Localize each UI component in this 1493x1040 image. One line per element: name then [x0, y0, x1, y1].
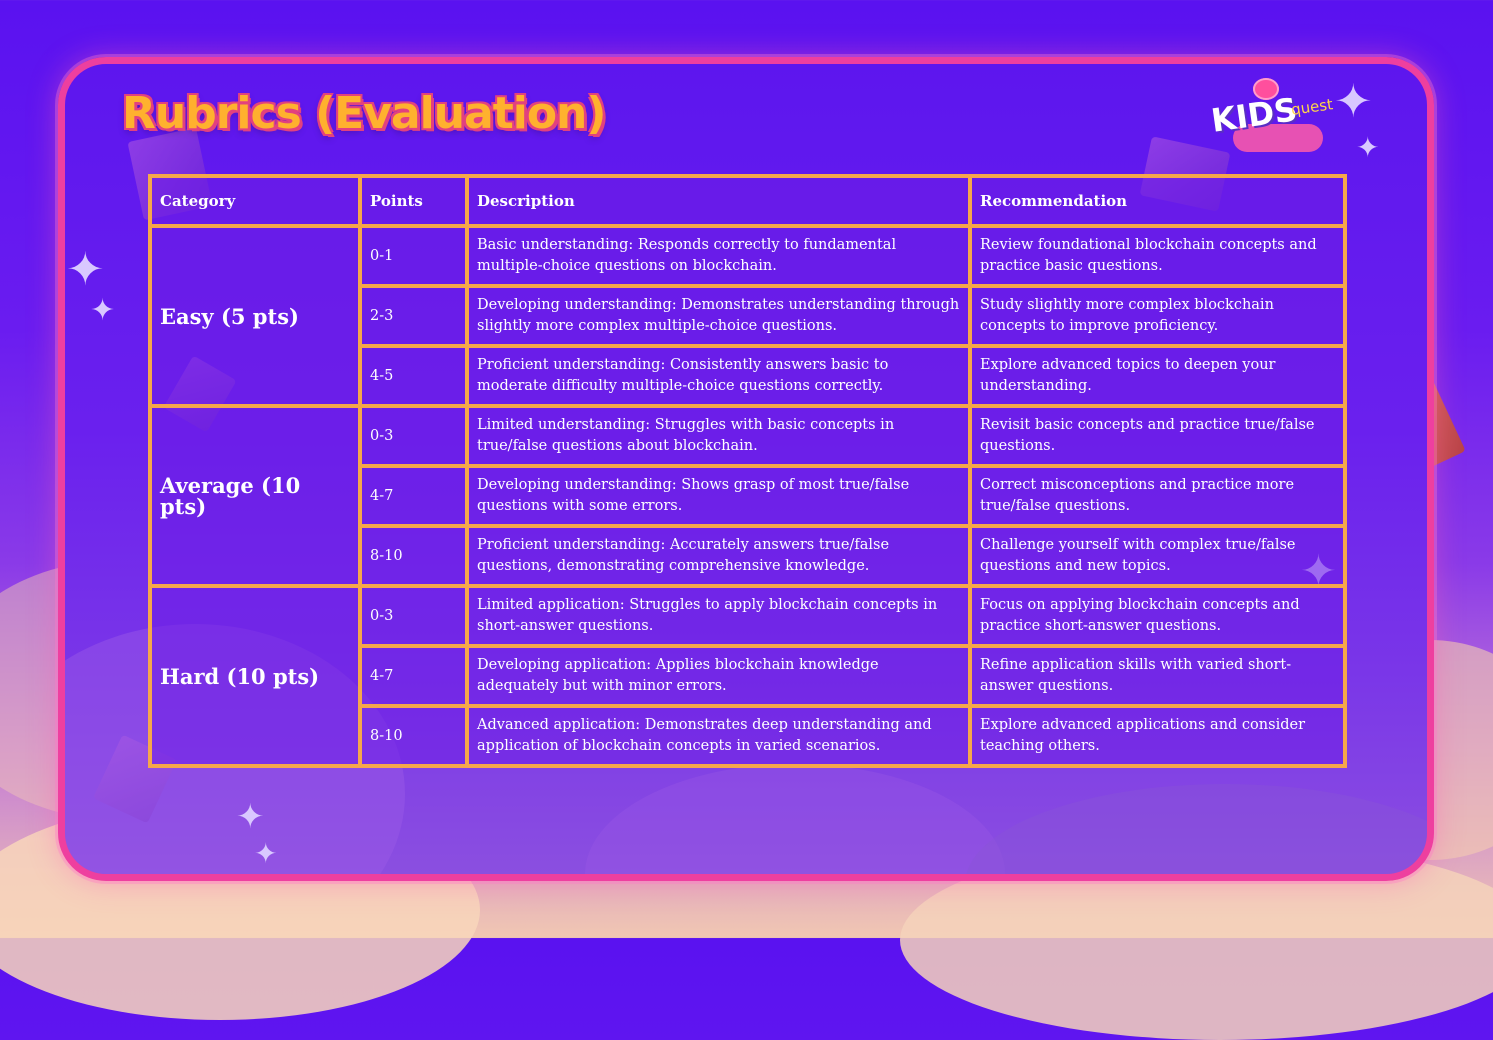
sparkle-icon: ✦ — [90, 293, 116, 328]
header-points: Points — [358, 174, 469, 228]
recommendation-cell: Review foundational blockchain concepts … — [968, 224, 1347, 288]
header-description: Description — [465, 174, 972, 228]
points-cell: 4-5 — [358, 344, 469, 408]
page-title: Rubrics (Evaluation) — [122, 88, 606, 139]
description-cell: Limited understanding: Struggles with ba… — [465, 404, 972, 468]
logo-subtext: quest — [1289, 95, 1335, 119]
sparkle-icon: ✦ — [66, 242, 105, 296]
header-recommendation: Recommendation — [968, 174, 1347, 228]
sparkle-icon: ✦ — [1356, 131, 1380, 164]
recommendation-cell: Explore advanced topics to deepen your u… — [968, 344, 1347, 408]
sparkle-icon: ✦ — [254, 837, 278, 870]
description-cell: Developing understanding: Shows grasp of… — [465, 464, 972, 528]
category-cell: Hard (10 pts) — [148, 584, 362, 768]
points-cell: 2-3 — [358, 284, 469, 348]
points-cell: 4-7 — [358, 644, 469, 708]
recommendation-cell: Correct misconceptions and practice more… — [968, 464, 1347, 528]
background-cloud — [965, 784, 1427, 874]
table-row: Hard (10 pts) 0-3 Limited application: S… — [148, 584, 1347, 768]
points-cell: 8-10 — [358, 704, 469, 768]
description-cell: Advanced application: Demonstrates deep … — [465, 704, 972, 768]
points-cell: 0-3 — [358, 584, 469, 648]
recommendation-cell: Revisit basic concepts and practice true… — [968, 404, 1347, 468]
description-cell: Basic understanding: Responds correctly … — [465, 224, 972, 288]
points-cell: 8-10 — [358, 524, 469, 588]
description-cell: Proficient understanding: Accurately ans… — [465, 524, 972, 588]
sparkle-icon: ✦ — [236, 797, 265, 837]
table-row: Average (10 pts) 0-3 Limited understandi… — [148, 404, 1347, 588]
header-category: Category — [148, 174, 362, 228]
points-cell: 0-1 — [358, 224, 469, 288]
table-row: Easy (5 pts) 0-1 Basic understanding: Re… — [148, 224, 1347, 408]
description-cell: Developing understanding: Demonstrates u… — [465, 284, 972, 348]
background-cloud — [585, 764, 1005, 874]
rubric-table: Category Points Description Recommendati… — [148, 174, 1347, 768]
category-cell: Easy (5 pts) — [148, 224, 362, 408]
recommendation-cell: Focus on applying blockchain concepts an… — [968, 584, 1347, 648]
recommendation-cell: Refine application skills with varied sh… — [968, 644, 1347, 708]
recommendation-cell: Challenge yourself with complex true/fal… — [968, 524, 1347, 588]
description-cell: Limited application: Struggles to apply … — [465, 584, 972, 648]
recommendation-cell: Explore advanced applications and consid… — [968, 704, 1347, 768]
points-cell: 0-3 — [358, 404, 469, 468]
table-header-row: Category Points Description Recommendati… — [148, 174, 1347, 228]
recommendation-cell: Study slightly more complex blockchain c… — [968, 284, 1347, 348]
description-cell: Developing application: Applies blockcha… — [465, 644, 972, 708]
kids-quest-logo: KIDS quest — [1205, 78, 1345, 168]
category-cell: Average (10 pts) — [148, 404, 362, 588]
points-cell: 4-7 — [358, 464, 469, 528]
description-cell: Proficient understanding: Consistently a… — [465, 344, 972, 408]
